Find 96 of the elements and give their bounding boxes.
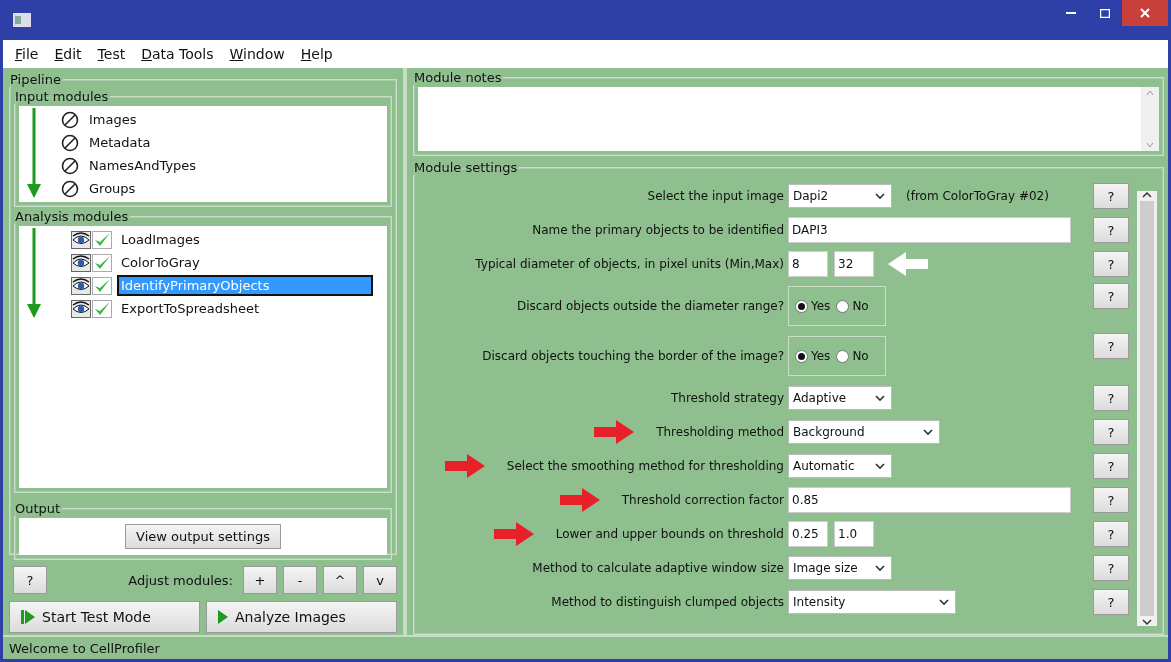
help-button[interactable]: ?	[1093, 487, 1129, 513]
help-button[interactable]: ?	[1093, 419, 1129, 445]
scroll-down-icon[interactable]	[1142, 618, 1152, 626]
input-field[interactable]: 1.0	[834, 521, 874, 547]
help-button[interactable]: ?	[1093, 217, 1129, 243]
setting-label: Threshold correction factor	[621, 493, 784, 507]
setting-label: Method to distinguish clumped objects	[551, 595, 784, 609]
adjust-button[interactable]: -	[283, 566, 317, 594]
source-note: (from ColorToGray #02)	[906, 189, 1049, 203]
help-button[interactable]: ?	[1093, 333, 1129, 359]
help-button[interactable]: ?	[1093, 385, 1129, 411]
check-icon[interactable]	[92, 253, 112, 272]
input-field[interactable]: 32	[834, 251, 874, 277]
caret-icon	[923, 428, 933, 436]
section-title: Module settings	[413, 160, 519, 175]
minimize-icon	[1066, 12, 1076, 14]
adjust-button[interactable]: ^	[323, 566, 357, 594]
dropdown[interactable]: Background	[788, 420, 940, 444]
setting-label: Select the input image	[647, 189, 784, 203]
radio-option[interactable]: Yes	[795, 299, 831, 313]
setting-label: Lower and upper bounds on threshold	[555, 527, 784, 541]
module-name[interactable]: Metadata	[89, 135, 151, 150]
module-name[interactable]: ColorToGray	[119, 254, 202, 271]
module-name[interactable]: ExportToSpreadsheet	[119, 300, 262, 317]
adjust-label: Adjust modules:	[128, 572, 233, 588]
module-name[interactable]: LoadImages	[119, 231, 202, 248]
app-icon	[13, 13, 31, 27]
help-button[interactable]: ?	[1093, 251, 1129, 277]
check-icon[interactable]	[92, 230, 112, 249]
input-field[interactable]: 8	[788, 251, 828, 277]
setting-label: Name the primary objects to be identified	[532, 223, 784, 237]
radio-option[interactable]: No	[836, 299, 869, 313]
eye-icon[interactable]	[71, 230, 91, 249]
adjust-button[interactable]: v	[363, 566, 397, 594]
check-icon[interactable]	[92, 276, 112, 295]
section-title: Module notes	[413, 70, 503, 85]
caret-icon	[875, 192, 885, 200]
caret-icon	[875, 564, 885, 572]
dropdown[interactable]: Image size	[788, 556, 892, 580]
module-name[interactable]: NamesAndTypes	[89, 158, 197, 173]
help-button[interactable]: ?	[1093, 555, 1129, 581]
scroll-up-icon[interactable]	[1142, 191, 1152, 199]
help-button[interactable]: ?	[1093, 589, 1129, 615]
close-icon	[1140, 8, 1150, 18]
eye-icon[interactable]	[71, 253, 91, 272]
section-title: Output	[14, 501, 62, 516]
input-field[interactable]: 0.25	[788, 521, 828, 547]
play-icon	[217, 609, 229, 625]
help-button[interactable]: ?	[1093, 183, 1129, 209]
module-name[interactable]: Images	[89, 112, 137, 127]
help-button[interactable]: ?	[13, 566, 47, 594]
help-button[interactable]: ?	[1093, 283, 1129, 309]
help-button[interactable]: ?	[1093, 453, 1129, 479]
dropdown[interactable]: Adaptive	[788, 386, 892, 410]
eye-icon[interactable]	[71, 299, 91, 318]
menu-item[interactable]: Window	[223, 44, 291, 64]
menu-item[interactable]: Data Tools	[135, 44, 220, 64]
setting-label: Typical diameter of objects, in pixel units (Min,Max)	[475, 257, 784, 271]
menu-item[interactable]: Edit	[48, 44, 88, 64]
dropdown[interactable]: Dapi2	[788, 184, 892, 208]
setting-label: Discard objects outside the diameter range?	[517, 299, 784, 313]
radio-option[interactable]: Yes	[795, 349, 831, 363]
arrow-icon	[26, 108, 42, 198]
menu-item[interactable]: Test	[91, 44, 132, 64]
dropdown[interactable]: Automatic	[788, 454, 892, 478]
caret-icon	[939, 598, 949, 606]
setting-label: Threshold strategy	[671, 391, 784, 405]
view-output-settings-button[interactable]: View output settings	[125, 524, 281, 549]
menu-item[interactable]: File	[9, 44, 45, 64]
setting-label: Discard objects touching the border of the image?	[482, 349, 784, 363]
status-text: Welcome to CellProfiler	[3, 635, 1168, 659]
dropdown[interactable]: Intensity	[788, 590, 956, 614]
setting-label: Method to calculate adaptive window size	[532, 561, 784, 575]
input-field[interactable]: 0.85	[788, 487, 1071, 513]
radio-option[interactable]: No	[836, 349, 869, 363]
play-icon	[20, 609, 36, 625]
caret-icon	[875, 394, 885, 402]
caret-icon	[875, 462, 885, 470]
section-title: Input modules	[14, 89, 110, 104]
module-name[interactable]: Groups	[89, 181, 136, 196]
check-icon[interactable]	[92, 299, 112, 318]
maximize-icon	[1100, 8, 1110, 18]
section-title: Pipeline	[9, 72, 62, 87]
close-button[interactable]	[1122, 0, 1168, 26]
help-button[interactable]: ?	[1093, 521, 1129, 547]
setting-label: Thresholding method	[656, 425, 784, 439]
adjust-button[interactable]: +	[243, 566, 277, 594]
input-field[interactable]: DAPI3	[788, 217, 1071, 243]
setting-label: Select the smoothing method for thresholding	[506, 459, 784, 473]
run-button[interactable]: Analyze Images	[206, 601, 397, 633]
arrow-icon	[26, 228, 42, 318]
menu-item[interactable]: Help	[294, 44, 339, 64]
scrollbar[interactable]	[1137, 191, 1157, 626]
run-button[interactable]: Start Test Mode	[9, 601, 200, 633]
section-title: Analysis modules	[14, 209, 130, 224]
eye-icon[interactable]	[71, 276, 91, 295]
